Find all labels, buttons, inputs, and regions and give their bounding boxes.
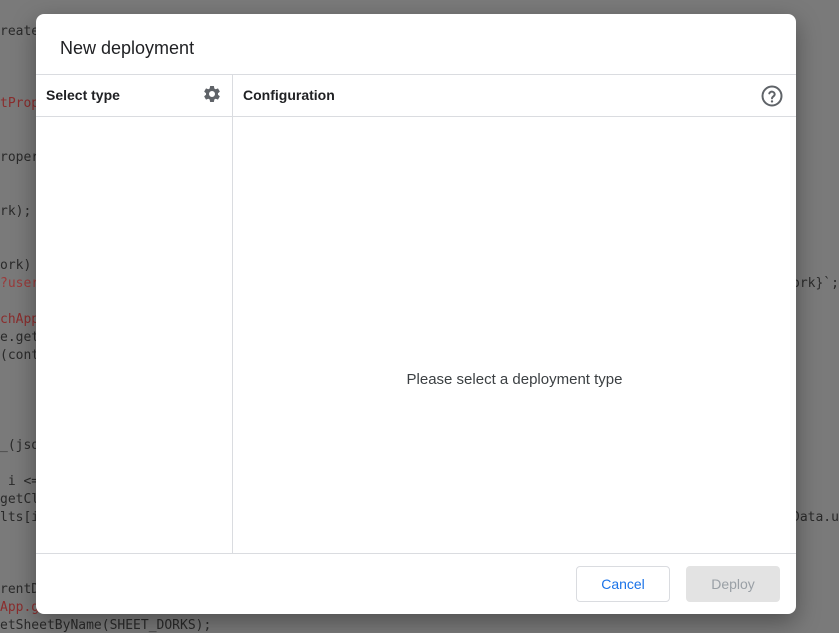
configuration-label: Configuration <box>243 87 335 103</box>
column-divider <box>232 74 233 554</box>
help-icon[interactable] <box>760 84 784 108</box>
dialog-footer <box>36 553 796 614</box>
new-deployment-dialog: New deployment Select type Configuration… <box>36 14 796 614</box>
empty-state-message: Please select a deployment type <box>406 371 623 388</box>
gear-icon-svg <box>204 85 220 102</box>
deploy-button[interactable]: Deploy <box>686 566 780 602</box>
select-type-label: Select type <box>46 87 120 103</box>
panel-header-row <box>36 74 796 117</box>
help-icon-svg <box>761 85 783 107</box>
dialog-title: New deployment <box>60 38 195 58</box>
gear-icon[interactable] <box>202 84 222 104</box>
cancel-button[interactable]: Cancel <box>576 566 670 602</box>
